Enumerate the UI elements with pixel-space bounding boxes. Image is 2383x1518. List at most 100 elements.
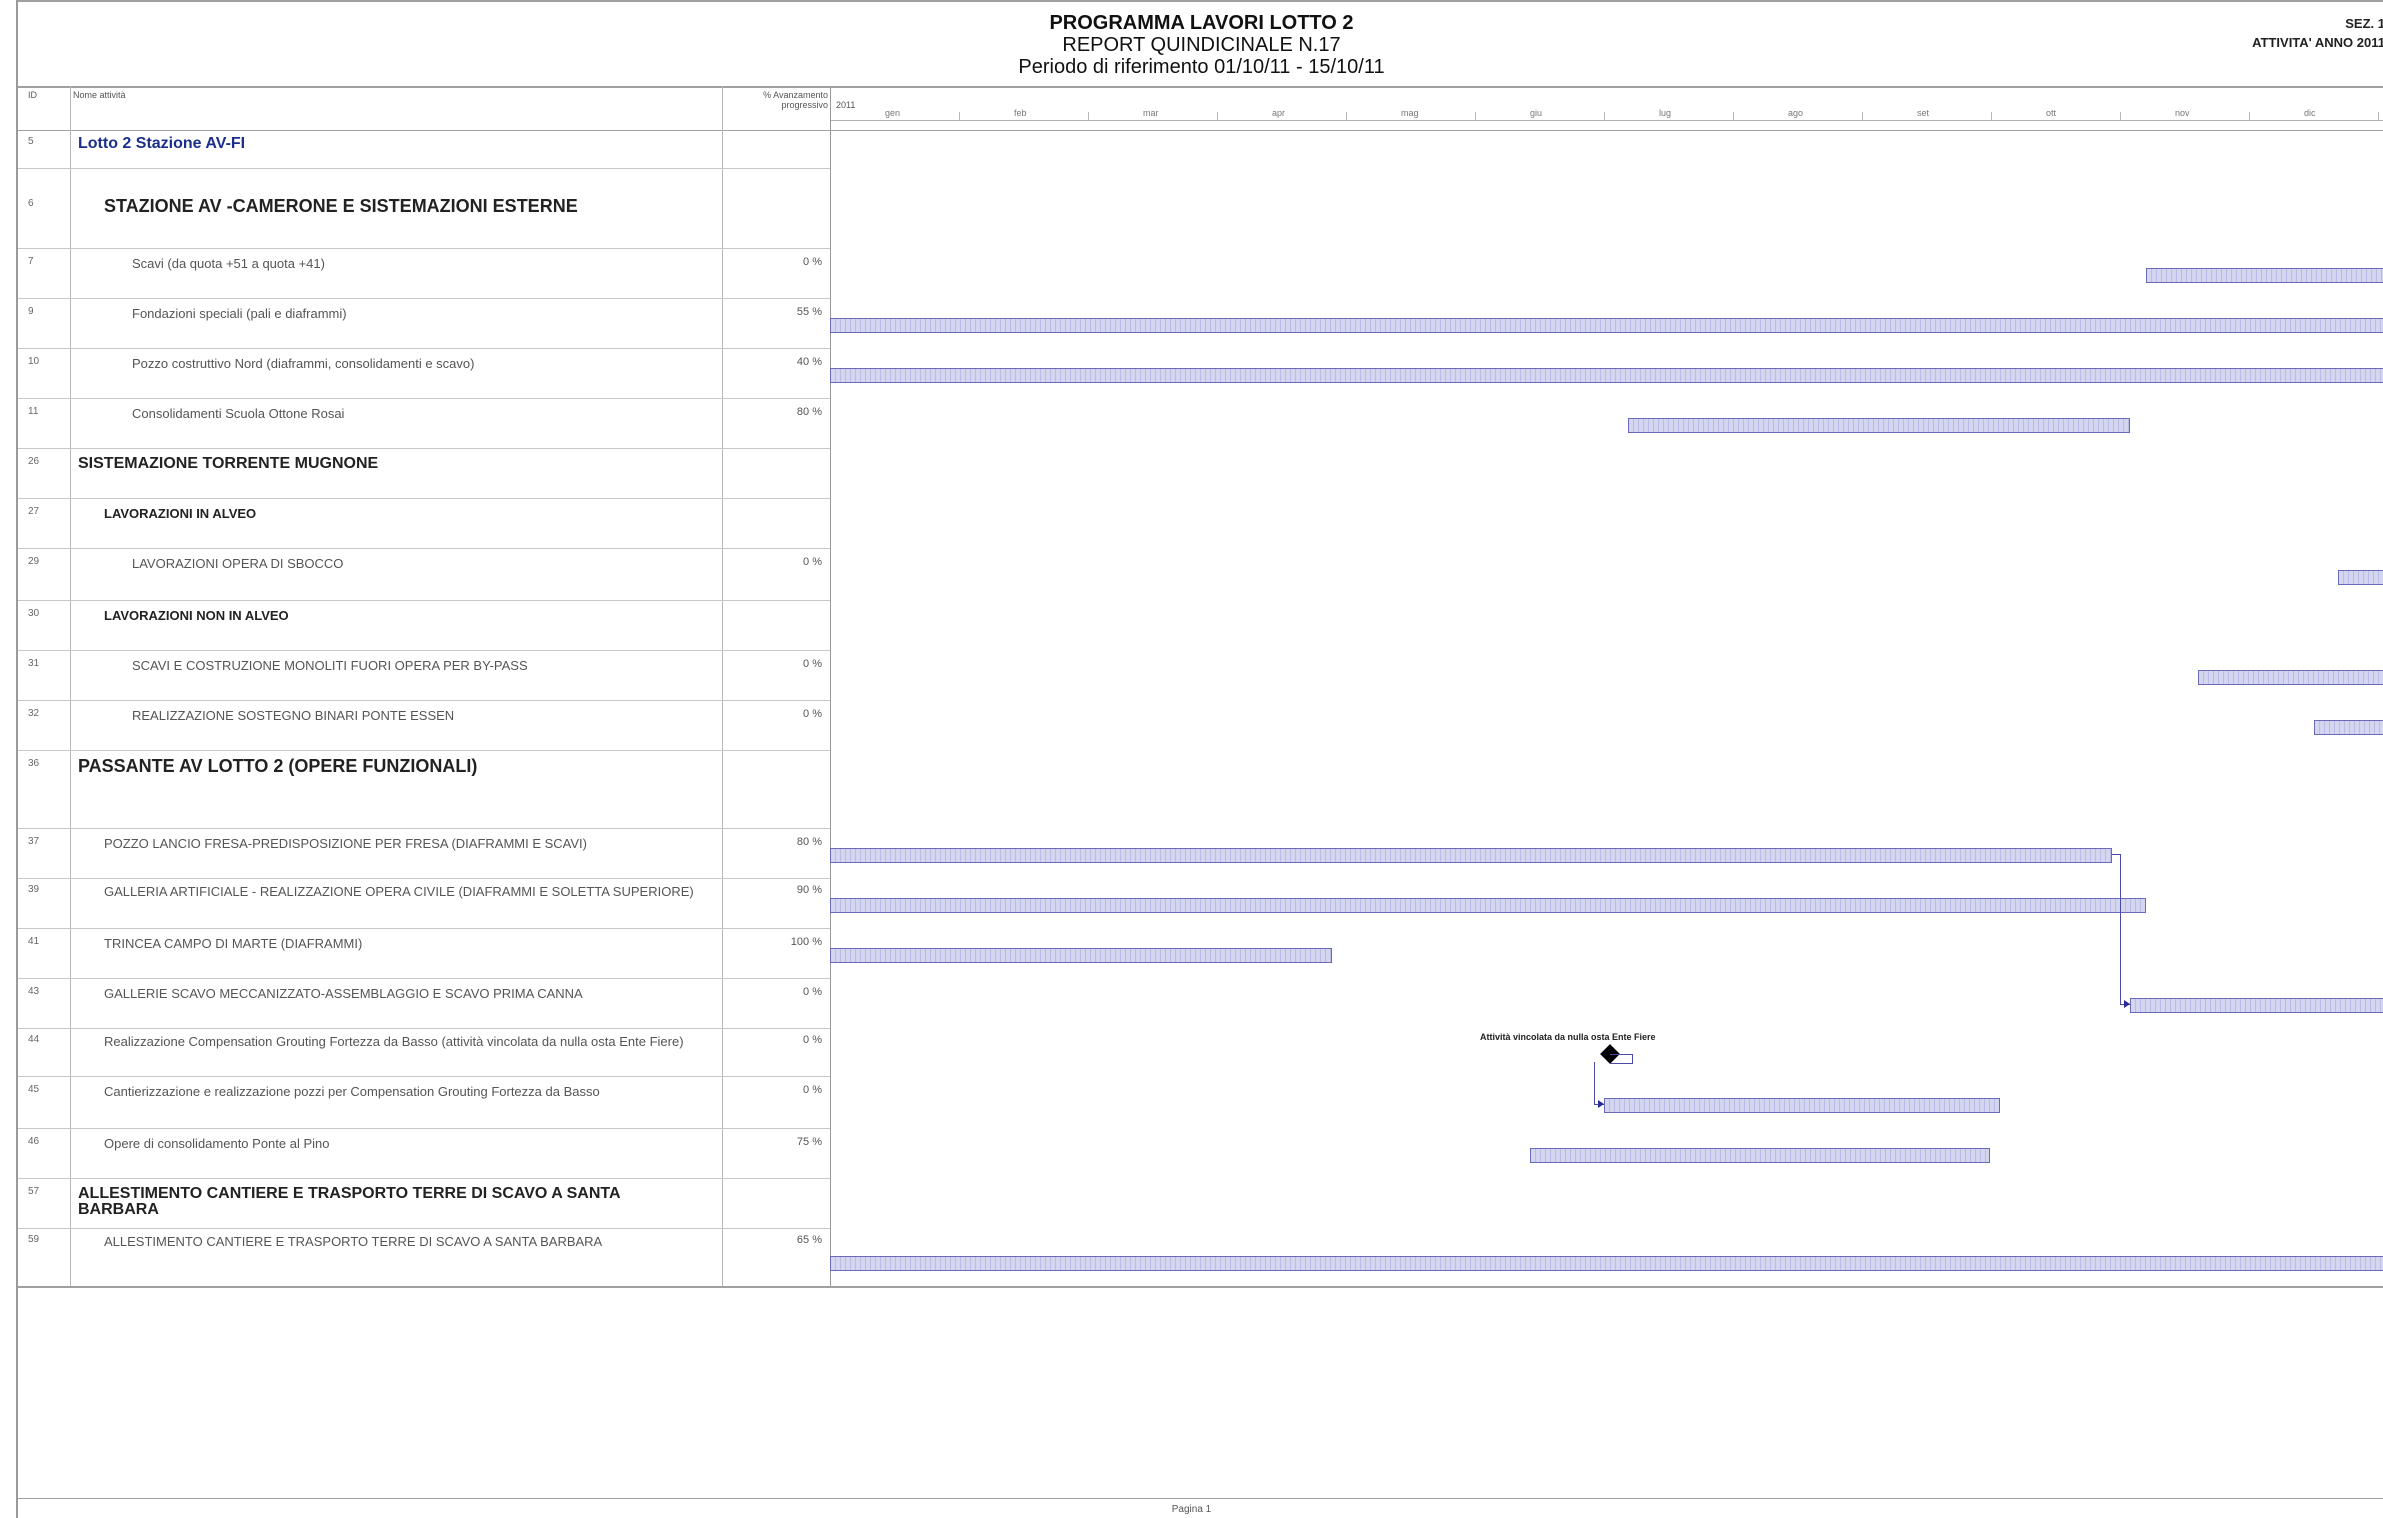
task-progress: 80 % [796,406,822,418]
gantt-bar [1604,1098,2000,1113]
month-tick [2378,112,2379,120]
task-row: 36 PASSANTE AV LOTTO 2 (OPERE FUNZIONALI) [18,750,830,829]
task-name: Opere di consolidamento Ponte al Pino [104,1136,330,1151]
gantt-bar [2198,670,2383,685]
task-row: 37 POZZO LANCIO FRESA-PREDISPOSIZIONE PER… [18,828,830,879]
month-tick [1217,112,1218,120]
task-id: 30 [28,608,40,619]
task-row: 27 LAVORAZIONI IN ALVEO [18,498,830,549]
section-label: SEZ. 1 [2345,16,2383,31]
task-id: 44 [28,1034,40,1045]
task-name: TRINCEA CAMPO DI MARTE (DIAFRAMMI) [104,936,363,951]
task-row: 57 ALLESTIMENTO CANTIERE E TRASPORTO TERR… [18,1178,830,1229]
dependency-link [2112,854,2121,885]
gantt-bar [2338,570,2383,585]
month-label: ott [2046,108,2057,118]
task-row: 10 Pozzo costruttivo Nord (diaframmi, con… [18,348,830,399]
task-id: 36 [28,758,40,769]
task-id: 6 [28,198,34,209]
task-id: 26 [28,456,40,467]
month-label: mag [1401,108,1419,118]
task-id: 45 [28,1084,40,1095]
gantt-bar [1530,1148,1990,1163]
task-progress: 75 % [796,1136,822,1148]
months-divider [830,120,2383,121]
task-id: 46 [28,1136,40,1147]
month-label: feb [1014,108,1027,118]
task-name: LAVORAZIONI OPERA DI SBOCCO [132,556,344,571]
task-progress: 100 % [790,936,822,948]
top-border [18,0,2383,2]
task-id: 41 [28,936,40,947]
month-label: set [1917,108,1930,118]
activity-year-label: ATTIVITA' ANNO 2011 [2252,35,2383,50]
task-name: Scavi (da quota +51 a quota +41) [132,256,325,271]
month-label: lug [1659,108,1672,118]
task-row: 26 SISTEMAZIONE TORRENTE MUGNONE [18,448,830,499]
task-name: ALLESTIMENTO CANTIERE E TRASPORTO TERRE … [78,1185,620,1218]
col-year-header: 2011 [836,100,856,110]
month-label: dic [2304,108,2316,118]
task-row: 32 REALIZZAZIONE SOSTEGNO BINARI PONTE ES… [18,700,830,751]
footer-divider [18,1498,2383,1499]
task-row: 45 Cantierizzazione e realizzazione pozzi… [18,1076,830,1129]
month-tick [1475,112,1476,120]
task-progress: 0 % [803,658,822,670]
task-name: SISTEMAZIONE TORRENTE MUGNONE [78,455,379,472]
task-id: 11 [28,406,39,417]
task-progress: 0 % [803,1034,822,1046]
task-name: REALIZZAZIONE SOSTEGNO BINARI PONTE ESSE… [132,708,455,723]
gantt-bar [830,948,1332,963]
month-label: apr [1272,108,1286,118]
report-subtitle: REPORT QUINDICINALE N.17 [1062,34,1341,56]
task-row: 46 Opere di consolidamento Ponte al Pino 7… [18,1128,830,1179]
month-tick [1991,112,1992,120]
task-id: 10 [28,356,40,367]
task-row: 31 SCAVI E COSTRUZIONE MONOLITI FUORI OPE… [18,650,830,701]
task-progress: 0 % [803,1084,822,1096]
task-id: 5 [28,136,34,147]
header-divider [18,86,2383,88]
month-tick [1862,112,1863,120]
task-name: SCAVI E COSTRUZIONE MONOLITI FUORI OPERA… [132,658,528,673]
report-frame: PROGRAMMA LAVORI LOTTO 2 REPORT QUINDICI… [16,0,2383,1518]
task-name: LAVORAZIONI NON IN ALVEO [104,608,289,623]
task-row: 6 STAZIONE AV -CAMERONE E SISTEMAZIONI ES… [18,168,830,249]
task-row: 59 ALLESTIMENTO CANTIERE E TRASPORTO TERR… [18,1228,830,1287]
task-row: 5 Lotto 2 Stazione AV-FI [18,130,830,169]
task-id: 57 [28,1186,40,1197]
task-id: 32 [28,708,40,719]
gantt-bar [2130,998,2383,1013]
task-id: 37 [28,836,40,847]
task-id: 9 [28,306,34,317]
arrow-icon [1598,1100,1604,1108]
gantt-bar [1628,418,2130,433]
dependency-link [1594,1062,1595,1104]
report-title: PROGRAMMA LAVORI LOTTO 2 [1049,12,1354,34]
task-row: 29 LAVORAZIONI OPERA DI SBOCCO 0 % [18,548,830,601]
dependency-link [2120,884,2121,1004]
task-progress: 0 % [803,256,822,268]
task-name: GALLERIE SCAVO MECCANIZZATO-ASSEMBLAGGIO… [104,986,583,1001]
gantt-bar [830,318,2383,333]
col-id-header: ID [28,90,37,100]
gantt-bar [830,368,2383,383]
section-info: SEZ. 1 ATTIVITA' ANNO 2011 [2252,14,2383,52]
task-name: LAVORAZIONI IN ALVEO [104,506,257,521]
month-label: gen [885,108,901,118]
task-name: Cantierizzazione e realizzazione pozzi p… [104,1084,600,1099]
month-tick [1088,112,1089,120]
task-name: Lotto 2 Stazione AV-FI [78,135,246,152]
task-name: GALLERIA ARTIFICIALE - REALIZZAZIONE OPE… [104,884,694,899]
task-id: 59 [28,1234,40,1245]
task-id: 29 [28,556,40,567]
month-tick [1346,112,1347,120]
chart-separator [830,86,831,1286]
milestone-annotation: Attività vincolata da nulla osta Ente Fi… [1480,1032,1656,1042]
task-progress: 90 % [796,884,822,896]
task-id: 27 [28,506,40,517]
gantt-bar [2314,720,2383,735]
col-progress-header: % Avanzamento progressivo [763,90,828,110]
month-tick [1604,112,1605,120]
month-label: nov [2175,108,2190,118]
